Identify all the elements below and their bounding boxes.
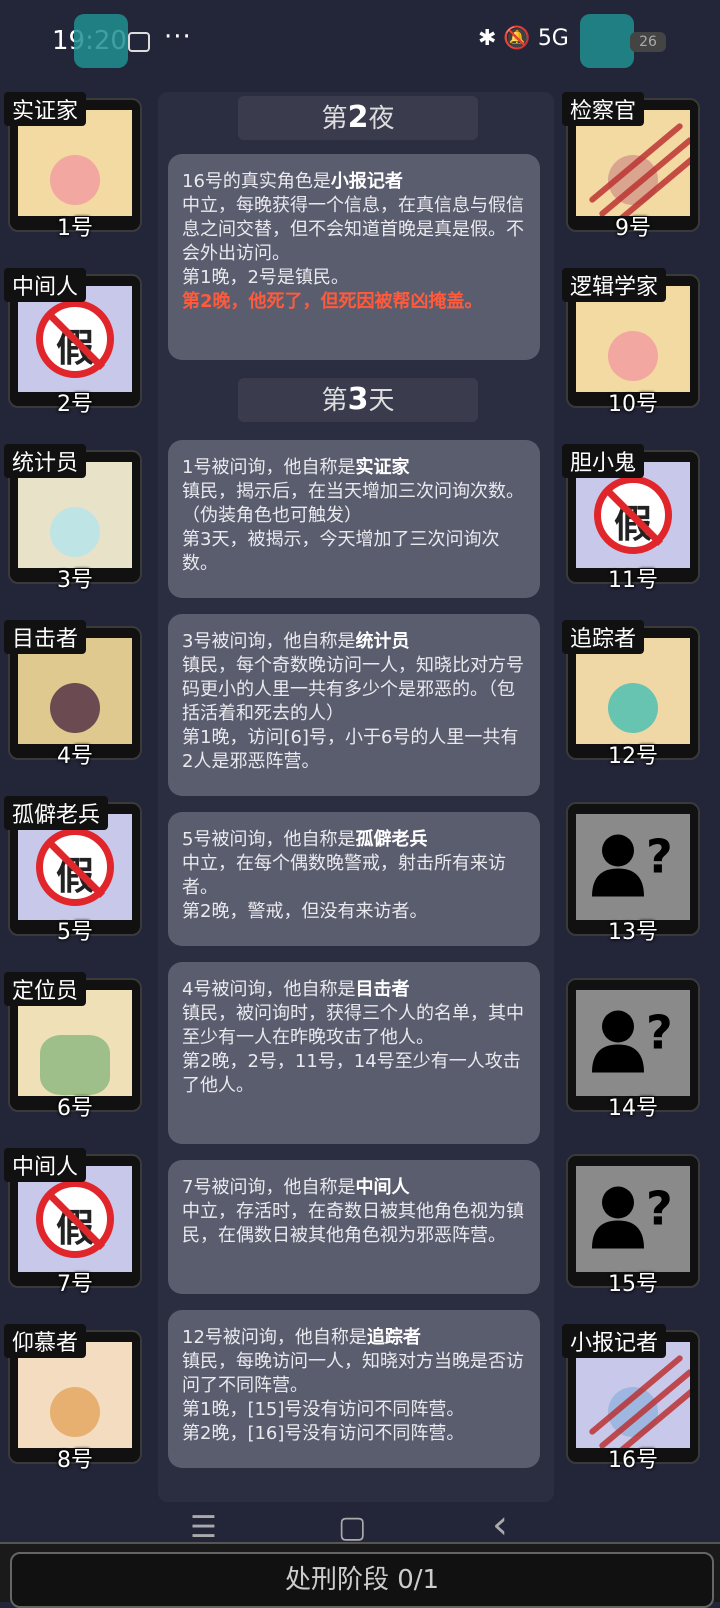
role-label: 仰慕者 bbox=[4, 1324, 87, 1358]
player-card-16[interactable]: 小报记者 16号 bbox=[562, 1324, 700, 1473]
player-number: 1号 bbox=[57, 216, 93, 241]
player-number: 6号 bbox=[57, 1096, 93, 1121]
role-label: 逻辑学家 bbox=[562, 268, 667, 302]
character-art-icon bbox=[50, 506, 100, 557]
character-portrait: ? bbox=[576, 1166, 690, 1272]
fake-badge-icon: 假 bbox=[36, 300, 114, 378]
role-label: 追踪者 bbox=[562, 620, 645, 654]
player-number: 12号 bbox=[608, 744, 658, 769]
status-bar: 19:20 ··· ✱ 🔕 5G 26 bbox=[0, 0, 720, 84]
log-message: 12号被问询，他自称是追踪者 镇民，每晚访问一人，知晓对方当晚是否访问了不同阵营… bbox=[168, 1310, 540, 1468]
network-icons: ✱ 🔕 5G bbox=[478, 26, 569, 51]
player-card-14[interactable]: ? 14号 bbox=[566, 978, 700, 1121]
player-number: 8号 bbox=[57, 1448, 93, 1473]
player-card-7[interactable]: 假 中间人 7号 bbox=[4, 1148, 142, 1297]
player-number: 3号 bbox=[57, 568, 93, 593]
log-message: 16号的真实角色是小报记者 中立，每晚获得一个信息，在真信息与假信息之间交替，但… bbox=[168, 154, 540, 360]
player-number: 14号 bbox=[608, 1096, 658, 1121]
character-art-icon bbox=[50, 682, 100, 733]
game-log-panel[interactable]: 第2夜 16号的真实角色是小报记者 中立，每晚获得一个信息，在真信息与假信息之间… bbox=[158, 92, 554, 1502]
player-number: 7号 bbox=[57, 1272, 93, 1297]
figure-icon bbox=[50, 154, 100, 205]
night-header: 第2夜 bbox=[238, 96, 478, 140]
player-card-5[interactable]: 假 孤僻老兵 5号 bbox=[4, 796, 142, 945]
map-overlay-button[interactable] bbox=[74, 14, 128, 68]
player-number: 16号 bbox=[608, 1448, 658, 1473]
role-label: 小报记者 bbox=[562, 1324, 667, 1358]
log-message: 1号被问询，他自称是实证家 镇民，揭示后，在当天增加三次问询次数。（伪装角色也可… bbox=[168, 440, 540, 598]
player-card-6[interactable]: 定位员 6号 bbox=[4, 972, 142, 1121]
player-card-10[interactable]: 逻辑学家 10号 bbox=[562, 268, 700, 417]
character-art-icon bbox=[50, 1386, 100, 1437]
log-message: 4号被问询，他自称是目击者 镇民，被问询时，获得三个人的名单，其中至少有一人在昨… bbox=[168, 962, 540, 1144]
fake-badge-icon: 假 bbox=[594, 476, 672, 554]
notification-icon bbox=[128, 32, 150, 52]
figure-icon bbox=[608, 330, 658, 381]
player-card-3[interactable]: 统计员 3号 bbox=[4, 444, 142, 593]
character-portrait: ? bbox=[576, 990, 690, 1096]
player-card-1[interactable]: 实证家 1号 bbox=[4, 92, 142, 241]
role-label: 检察官 bbox=[562, 92, 645, 126]
log-message: 7号被问询，他自称是中间人 中立，存活时，在奇数日被其他角色视为镇民，在偶数日被… bbox=[168, 1160, 540, 1294]
player-number: 2号 bbox=[57, 392, 93, 417]
role-label: 定位员 bbox=[4, 972, 87, 1006]
player-number: 4号 bbox=[57, 744, 93, 769]
bottom-action-bar: 处刑阶段 0/1 bbox=[0, 1542, 720, 1608]
player-card-15[interactable]: ? 15号 bbox=[566, 1154, 700, 1297]
player-number: 5号 bbox=[57, 920, 93, 945]
role-label: 孤僻老兵 bbox=[4, 796, 109, 830]
player-card-12[interactable]: 追踪者 12号 bbox=[562, 620, 700, 769]
edit-overlay-button[interactable] bbox=[580, 14, 634, 68]
more-notifications-icon: ··· bbox=[164, 22, 192, 52]
character-portrait: ? bbox=[576, 814, 690, 920]
role-label: 中间人 bbox=[4, 268, 87, 302]
unknown-player-icon: ? bbox=[592, 1006, 673, 1073]
role-label: 统计员 bbox=[4, 444, 87, 478]
player-number: 13号 bbox=[608, 920, 658, 945]
day-header: 第3天 bbox=[238, 378, 478, 422]
player-number: 15号 bbox=[608, 1272, 658, 1297]
menu-icon[interactable]: ☰ bbox=[190, 1510, 217, 1545]
player-card-11[interactable]: 假 胆小鬼 11号 bbox=[562, 444, 700, 593]
player-card-13[interactable]: ? 13号 bbox=[566, 802, 700, 945]
svg-text:?: ? bbox=[646, 830, 673, 884]
fake-badge-icon: 假 bbox=[36, 828, 114, 906]
unknown-player-icon: ? bbox=[592, 1182, 673, 1249]
player-card-4[interactable]: 目击者 4号 bbox=[4, 620, 142, 769]
player-card-2[interactable]: 假 中间人 2号 bbox=[4, 268, 142, 417]
role-label: 中间人 bbox=[4, 1148, 87, 1182]
player-card-9[interactable]: 检察官 9号 bbox=[562, 92, 700, 241]
log-message: 5号被问询，他自称是孤僻老兵 中立，在每个偶数晚警戒，射击所有来访者。 第2晚，… bbox=[168, 812, 540, 946]
unknown-player-icon: ? bbox=[592, 830, 673, 897]
character-art-icon bbox=[608, 682, 658, 733]
player-number: 11号 bbox=[608, 568, 658, 593]
svg-text:?: ? bbox=[646, 1006, 673, 1060]
fake-badge-icon: 假 bbox=[36, 1180, 114, 1258]
role-label: 胆小鬼 bbox=[562, 444, 645, 478]
map-art-icon bbox=[40, 1034, 110, 1095]
battery-icon: 26 bbox=[630, 32, 666, 52]
role-label: 目击者 bbox=[4, 620, 87, 654]
player-card-8[interactable]: 仰慕者 8号 bbox=[4, 1324, 142, 1473]
player-number: 10号 bbox=[608, 392, 658, 417]
home-icon[interactable]: ▢ bbox=[338, 1510, 366, 1545]
svg-text:?: ? bbox=[646, 1182, 673, 1236]
player-number: 9号 bbox=[615, 216, 651, 241]
log-message: 3号被问询，他自称是统计员 镇民，每个奇数晚访问一人，知晓比对方号码更小的人里一… bbox=[168, 614, 540, 796]
role-label: 实证家 bbox=[4, 92, 87, 126]
